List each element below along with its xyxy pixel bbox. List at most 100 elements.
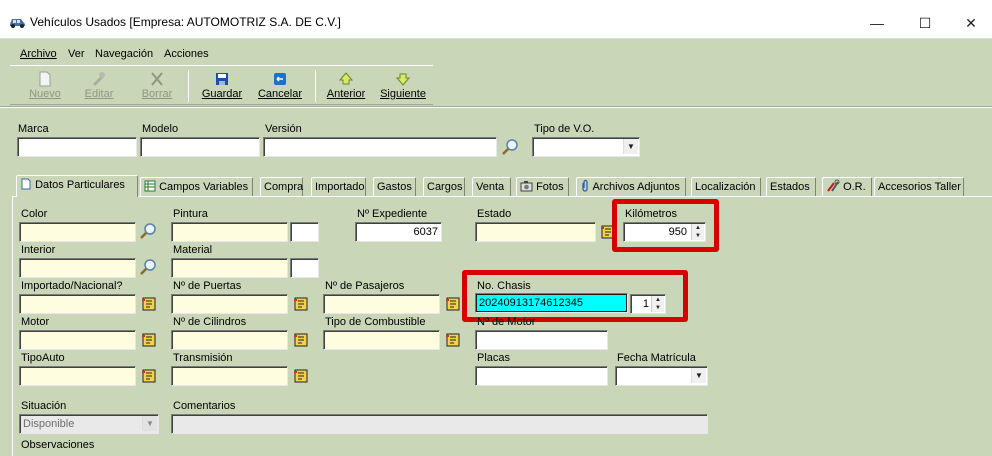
tab-importado[interactable]: Importado <box>311 177 366 197</box>
situacion-select[interactable]: Disponible ▼ <box>19 414 159 434</box>
search-magnifier-icon[interactable] <box>501 138 519 156</box>
anterior-button[interactable]: Anterior <box>324 67 368 104</box>
marca-input[interactable] <box>17 137 137 157</box>
siguiente-button[interactable]: Siguiente <box>378 67 428 104</box>
situacion-label: Situación <box>21 400 67 412</box>
tab-compra[interactable]: Compra <box>260 177 303 197</box>
pintura-input[interactable] <box>171 222 288 242</box>
new-document-icon <box>39 71 51 87</box>
version-label: Versión <box>265 123 302 135</box>
notebook-icon[interactable] <box>141 296 157 312</box>
notebook-icon[interactable] <box>141 368 157 384</box>
notebook-icon[interactable] <box>293 332 309 348</box>
chevron-down-icon: ▼ <box>691 368 706 383</box>
tab-strip: Datos Particulares Campos Variables Comp… <box>12 175 978 197</box>
color-label: Color <box>21 208 48 220</box>
tab-or[interactable]: O.R. <box>822 177 872 197</box>
placas-label: Placas <box>477 352 511 364</box>
importado-label: Importado/Nacional? <box>21 280 123 292</box>
transmision-input[interactable] <box>171 366 288 386</box>
pasajeros-input[interactable] <box>323 294 440 314</box>
material-label: Material <box>173 244 213 256</box>
fecha-matricula-label: Fecha Matrícula <box>617 352 696 364</box>
tipo-vo-label: Tipo de V.O. <box>534 123 595 135</box>
version-input[interactable] <box>263 137 497 157</box>
motor-input[interactable] <box>19 330 136 350</box>
menu-ver[interactable]: Ver <box>68 48 85 60</box>
close-button[interactable]: ✕ <box>948 7 992 39</box>
cilindros-label: Nº de Cilindros <box>173 316 247 328</box>
transmision-label: Transmisión <box>173 352 233 364</box>
tab-archivos-adjuntos[interactable]: Archivos Adjuntos <box>576 177 686 197</box>
notebook-icon[interactable] <box>141 332 157 348</box>
tab-localizacion[interactable]: Localización <box>691 177 761 197</box>
search-magnifier-icon[interactable] <box>139 222 157 240</box>
tab-cargos[interactable]: Cargos <box>423 177 465 197</box>
window-title: Vehículos Usados [Empresa: AUTOMOTRIZ S.… <box>30 15 341 29</box>
cilindros-input[interactable] <box>171 330 288 350</box>
estado-label: Estado <box>477 208 512 220</box>
expediente-input[interactable]: 6037 <box>355 222 442 242</box>
menu-archivo[interactable]: Archivo <box>20 48 57 60</box>
guardar-button[interactable]: Guardar <box>200 67 244 104</box>
material-input[interactable] <box>171 258 288 278</box>
menu-acciones[interactable]: Acciones <box>164 48 209 60</box>
borrar-button[interactable]: Borrar <box>135 67 179 104</box>
pasajeros-label: Nº de Pasajeros <box>325 280 405 292</box>
pintura-code-input[interactable] <box>290 222 319 242</box>
camera-icon <box>520 181 533 192</box>
notebook-icon[interactable] <box>293 296 309 312</box>
editar-button[interactable]: Editar <box>77 67 121 104</box>
tab-datos-particulares[interactable]: Datos Particulares <box>16 175 138 197</box>
toolbar: Nuevo Editar Borrar Guardar Cancelar Ant… <box>10 65 433 105</box>
menu-bar: Archivo Ver Navegación Acciones <box>10 44 212 65</box>
interior-label: Interior <box>21 244 56 256</box>
cancelar-button[interactable]: Cancelar <box>255 67 305 104</box>
notebook-icon[interactable] <box>293 368 309 384</box>
tipoauto-label: TipoAuto <box>21 352 65 364</box>
notebook-icon[interactable] <box>445 332 461 348</box>
modelo-label: Modelo <box>142 123 179 135</box>
marca-label: Marca <box>18 123 49 135</box>
no-motor-input[interactable] <box>475 330 608 350</box>
chasis-highlight <box>462 270 688 322</box>
tipoauto-input[interactable] <box>19 366 136 386</box>
notebook-icon[interactable] <box>445 296 461 312</box>
background-window-strip <box>0 0 992 7</box>
document-icon <box>21 178 31 190</box>
material-code-input[interactable] <box>290 258 319 278</box>
search-magnifier-icon[interactable] <box>139 258 157 276</box>
tab-estados[interactable]: Estados <box>766 177 816 197</box>
arrow-down-icon <box>396 73 410 86</box>
chevron-down-icon: ▼ <box>142 416 157 431</box>
menu-navegacion[interactable]: Navegación <box>95 48 153 60</box>
tab-campos-variables[interactable]: Campos Variables <box>140 177 253 197</box>
tab-venta[interactable]: Venta <box>472 177 511 197</box>
chevron-down-icon: ▼ <box>623 139 638 154</box>
modelo-input[interactable] <box>140 137 260 157</box>
nuevo-button[interactable]: Nuevo <box>23 67 67 104</box>
tools-icon <box>827 179 840 192</box>
expediente-label: Nº Expediente <box>357 208 428 220</box>
placas-input[interactable] <box>475 366 608 386</box>
estado-input[interactable] <box>475 222 596 242</box>
puertas-input[interactable] <box>171 294 288 314</box>
table-icon <box>144 180 156 192</box>
combustible-input[interactable] <box>323 330 440 350</box>
maximize-button[interactable]: ☐ <box>902 7 948 39</box>
tab-gastos[interactable]: Gastos <box>373 177 416 197</box>
importado-input[interactable] <box>19 294 136 314</box>
interior-input[interactable] <box>19 258 136 278</box>
comentarios-label: Comentarios <box>173 400 236 412</box>
minimize-button[interactable]: — <box>854 7 900 39</box>
tipo-vo-select[interactable]: ▼ <box>532 137 640 157</box>
tab-accesorios-taller[interactable]: Accesorios Taller <box>874 177 964 197</box>
undo-icon <box>274 73 286 85</box>
pintura-label: Pintura <box>173 208 208 220</box>
delete-x-icon <box>151 72 163 86</box>
kilometros-highlight <box>612 199 719 252</box>
fecha-matricula-select[interactable]: ▼ <box>615 366 708 386</box>
tab-fotos[interactable]: Fotos <box>516 177 569 197</box>
comentarios-input[interactable] <box>171 414 708 434</box>
color-input[interactable] <box>19 222 136 242</box>
